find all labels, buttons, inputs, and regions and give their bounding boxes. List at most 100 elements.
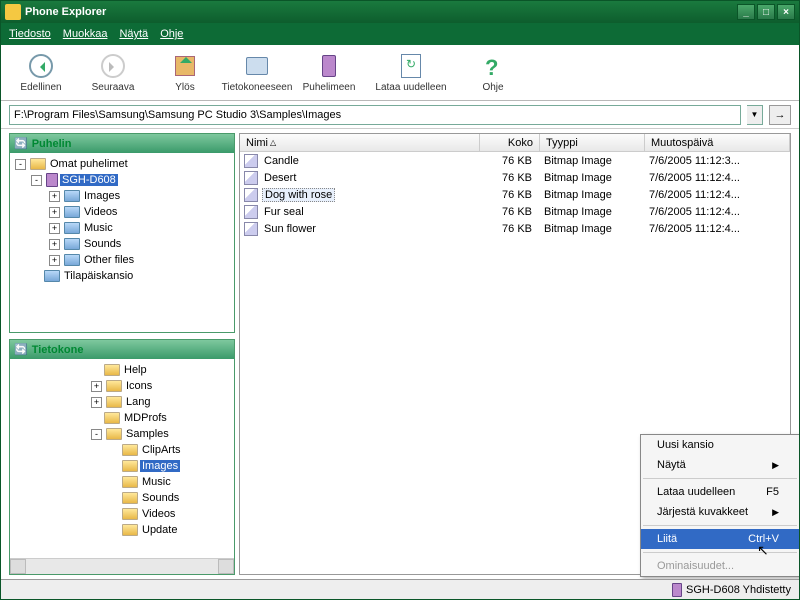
ctx-paste[interactable]: LiitäCtrl+V: [641, 529, 799, 549]
collapse-icon[interactable]: -: [15, 159, 26, 170]
address-dropdown[interactable]: ▼: [747, 105, 763, 125]
menu-help[interactable]: Ohje: [160, 28, 183, 40]
phone-panel-title: Puhelin: [32, 138, 72, 150]
submenu-arrow-icon: ▶: [772, 460, 779, 471]
phone-panel-header: 🔄 Puhelin: [10, 134, 234, 153]
folder-icon: [104, 412, 120, 424]
forward-button[interactable]: Seuraava: [81, 50, 145, 95]
folder-icon: [44, 270, 60, 282]
tree-item[interactable]: Videos: [13, 506, 231, 522]
collapse-icon[interactable]: -: [31, 175, 42, 186]
ctx-new-folder[interactable]: Uusi kansio: [641, 435, 799, 455]
file-row[interactable]: Fur seal76 KBBitmap Image7/6/2005 11:12:…: [240, 203, 790, 220]
folder-icon: [122, 476, 138, 488]
tree-item[interactable]: Update: [13, 522, 231, 538]
status-bar: SGH-D608 Yhdistetty: [1, 579, 799, 599]
menu-view[interactable]: Näytä: [119, 28, 148, 40]
phone-panel: 🔄 Puhelin -Omat puhelimet -SGH-D608 +Ima…: [9, 133, 235, 333]
expand-icon[interactable]: +: [49, 255, 60, 266]
phone-icon: [322, 55, 336, 77]
tree-item[interactable]: Tilapäiskansio: [13, 268, 231, 284]
tree-item[interactable]: +Other files: [13, 252, 231, 268]
tree-item[interactable]: +Music: [13, 220, 231, 236]
tree-item[interactable]: +Images: [13, 188, 231, 204]
computer-tree[interactable]: Help+Icons+LangMDProfs-SamplesClipArtsIm…: [10, 359, 234, 558]
folder-icon: [106, 428, 122, 440]
tree-item[interactable]: ClipArts: [13, 442, 231, 458]
tree-item[interactable]: +Lang: [13, 394, 231, 410]
column-size[interactable]: Koko: [480, 134, 540, 151]
expand-icon[interactable]: +: [49, 223, 60, 234]
ctx-arrange[interactable]: Järjestä kuvakkeet▶: [641, 502, 799, 522]
tree-item[interactable]: Sounds: [13, 490, 231, 506]
to-phone-button[interactable]: Puhelimeen: [297, 50, 361, 95]
ctx-properties[interactable]: Ominaisuudet...: [641, 556, 799, 576]
reload-icon: [401, 54, 421, 78]
expand-icon[interactable]: +: [49, 239, 60, 250]
image-file-icon: [244, 154, 258, 168]
column-headers: Nimi△ Koko Tyyppi Muutospäivä: [240, 134, 790, 152]
expand-icon[interactable]: +: [49, 191, 60, 202]
tree-item[interactable]: Images: [13, 458, 231, 474]
title-bar: Phone Explorer _ □ ×: [1, 1, 799, 23]
file-row[interactable]: Candle76 KBBitmap Image7/6/2005 11:12:3.…: [240, 152, 790, 169]
close-button[interactable]: ×: [777, 4, 795, 20]
sort-asc-icon: △: [270, 138, 276, 147]
up-button[interactable]: Ylös: [153, 50, 217, 95]
tree-item[interactable]: MDProfs: [13, 410, 231, 426]
expand-icon[interactable]: +: [91, 381, 102, 392]
expand-icon[interactable]: -: [91, 429, 102, 440]
menu-bar: Tiedosto Muokkaa Näytä Ohje: [1, 23, 799, 45]
phone-status-icon: [672, 583, 682, 597]
computer-panel: 🔄 Tietokone Help+Icons+LangMDProfs-Sampl…: [9, 339, 235, 575]
back-button[interactable]: Edellinen: [9, 50, 73, 95]
column-name[interactable]: Nimi△: [240, 134, 480, 151]
image-file-icon: [244, 205, 258, 219]
reload-button[interactable]: Lataa uudelleen: [369, 50, 453, 95]
app-window: Phone Explorer _ □ × Tiedosto Muokkaa Nä…: [0, 0, 800, 600]
tree-item[interactable]: +Videos: [13, 204, 231, 220]
column-type[interactable]: Tyyppi: [540, 134, 645, 151]
phone-panel-icon: 🔄: [14, 137, 28, 150]
tree-item[interactable]: +Icons: [13, 378, 231, 394]
menu-file[interactable]: Tiedosto: [9, 28, 51, 40]
address-bar: ▼ →: [1, 101, 799, 129]
tree-item[interactable]: +Sounds: [13, 236, 231, 252]
column-modified[interactable]: Muutospäivä: [645, 134, 790, 151]
folder-icon: [64, 238, 80, 250]
folder-icon: [122, 492, 138, 504]
ctx-reload[interactable]: Lataa uudelleenF5: [641, 482, 799, 502]
tree-item[interactable]: -Samples: [13, 426, 231, 442]
separator: [643, 525, 797, 526]
tree-item[interactable]: Help: [13, 362, 231, 378]
tree-item[interactable]: Music: [13, 474, 231, 490]
ctx-view[interactable]: Näytä▶: [641, 455, 799, 475]
computer-panel-title: Tietokone: [32, 344, 84, 356]
address-input[interactable]: [9, 105, 741, 125]
image-file-icon: [244, 171, 258, 185]
expand-icon[interactable]: +: [91, 397, 102, 408]
folder-icon: [106, 396, 122, 408]
menu-edit[interactable]: Muokkaa: [63, 28, 108, 40]
tree-item[interactable]: -Omat puhelimet: [13, 156, 231, 172]
file-row[interactable]: Sun flower76 KBBitmap Image7/6/2005 11:1…: [240, 220, 790, 237]
phone-tree[interactable]: -Omat puhelimet -SGH-D608 +Images+Videos…: [10, 153, 234, 332]
to-computer-button[interactable]: Tietokoneeseen: [225, 50, 289, 95]
help-button[interactable]: ?Ohje: [461, 50, 525, 95]
minimize-button[interactable]: _: [737, 4, 755, 20]
computer-panel-header: 🔄 Tietokone: [10, 340, 234, 359]
maximize-button[interactable]: □: [757, 4, 775, 20]
tree-item-device[interactable]: -SGH-D608: [13, 172, 231, 188]
go-button[interactable]: →: [769, 105, 791, 125]
folder-icon: [64, 206, 80, 218]
expand-icon[interactable]: +: [49, 207, 60, 218]
horizontal-scrollbar[interactable]: [10, 558, 234, 574]
file-row[interactable]: Dog with rose76 KBBitmap Image7/6/2005 1…: [240, 186, 790, 203]
folder-icon: [122, 444, 138, 456]
app-icon: [5, 4, 21, 20]
file-row[interactable]: Desert76 KBBitmap Image7/6/2005 11:12:4.…: [240, 169, 790, 186]
folder-icon: [30, 158, 46, 170]
help-icon: ?: [485, 55, 501, 77]
folder-icon: [104, 364, 120, 376]
folder-icon: [64, 190, 80, 202]
